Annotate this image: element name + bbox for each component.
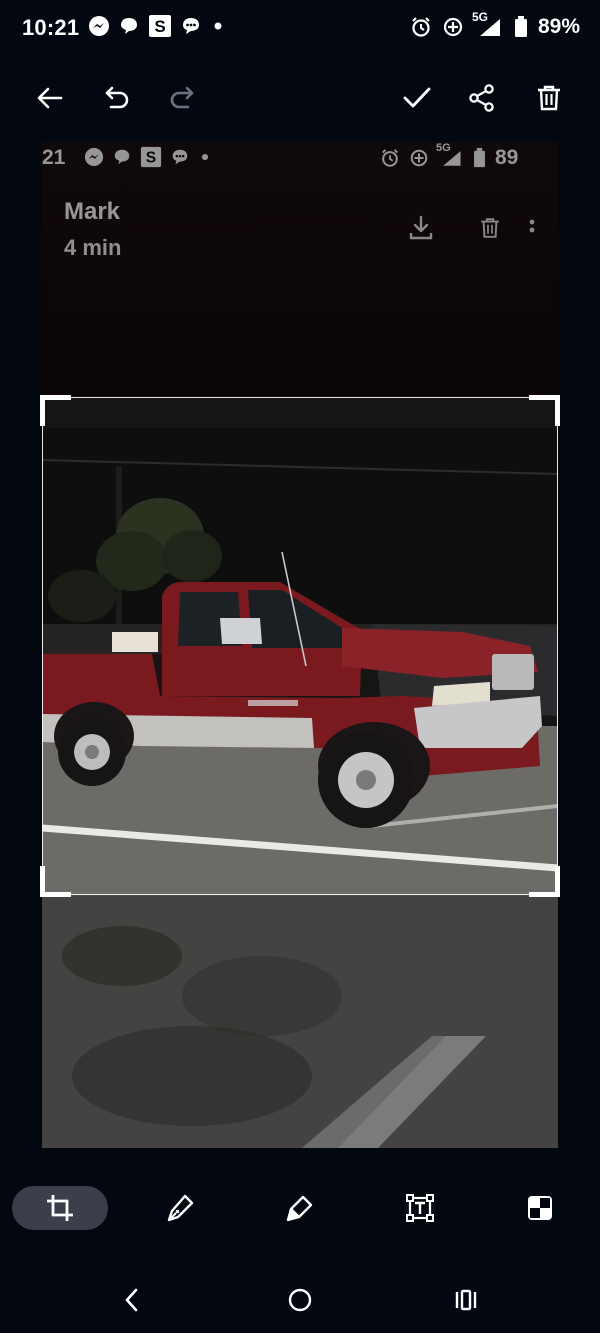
crop-dim-top	[42, 142, 558, 397]
signal-icon: 5G	[472, 10, 504, 38]
crop-tool-button[interactable]	[12, 1186, 108, 1230]
back-button[interactable]	[30, 78, 70, 118]
back-icon	[122, 1287, 142, 1313]
undo-button[interactable]	[97, 78, 137, 118]
highlighter-tool-button[interactable]	[278, 1186, 322, 1230]
check-icon	[401, 83, 433, 113]
mosaic-tool-button[interactable]	[518, 1186, 562, 1230]
crop-frame[interactable]	[40, 395, 560, 897]
highlighter-icon	[285, 1193, 315, 1223]
share-icon	[467, 83, 497, 113]
message-icon	[180, 15, 202, 37]
status-time: 10:21	[22, 15, 80, 40]
crop-handle-bottom-right[interactable]	[529, 866, 560, 897]
pen-icon	[165, 1193, 195, 1223]
nav-recents-button[interactable]	[446, 1284, 486, 1316]
edit-tools	[0, 1180, 600, 1236]
text-extract-icon	[405, 1193, 435, 1223]
redo-icon	[167, 83, 197, 113]
recents-icon	[453, 1287, 479, 1313]
alarm-icon	[410, 16, 432, 38]
svg-text:S: S	[154, 17, 165, 36]
crop-icon	[45, 1193, 75, 1223]
data-saver-icon	[442, 16, 464, 38]
redo-button[interactable]	[162, 78, 202, 118]
text-extract-tool-button[interactable]	[398, 1186, 442, 1230]
chat-bubble-icon	[118, 15, 140, 37]
system-status-icons: 5G 89%	[410, 10, 580, 39]
battery-percent: 89%	[537, 15, 580, 38]
back-arrow-icon	[35, 83, 65, 113]
crop-handle-top-right[interactable]	[529, 395, 560, 426]
nav-home-button[interactable]	[280, 1284, 320, 1316]
pen-tool-button[interactable]	[158, 1186, 202, 1230]
network-type: 5G	[471, 10, 488, 24]
delete-icon	[534, 83, 564, 113]
crop-handle-bottom-left[interactable]	[40, 866, 71, 897]
battery-icon	[514, 16, 528, 38]
done-button[interactable]	[397, 78, 437, 118]
messenger-icon	[88, 15, 110, 37]
nav-back-button[interactable]	[112, 1284, 152, 1316]
editor-toolbar	[0, 70, 600, 126]
crop-dim-bottom	[42, 895, 558, 1148]
share-button[interactable]	[462, 78, 502, 118]
home-icon	[287, 1287, 313, 1313]
s-app-icon: S	[148, 14, 172, 38]
navigation-bar	[0, 1278, 600, 1322]
delete-button[interactable]	[529, 78, 569, 118]
crop-handle-top-left[interactable]	[40, 395, 71, 426]
undo-icon	[102, 83, 132, 113]
mosaic-icon	[525, 1193, 555, 1223]
notification-icons: S	[88, 14, 226, 38]
status-bar: 10:21 S 5G 89%	[0, 0, 600, 60]
dot-icon	[210, 15, 226, 37]
